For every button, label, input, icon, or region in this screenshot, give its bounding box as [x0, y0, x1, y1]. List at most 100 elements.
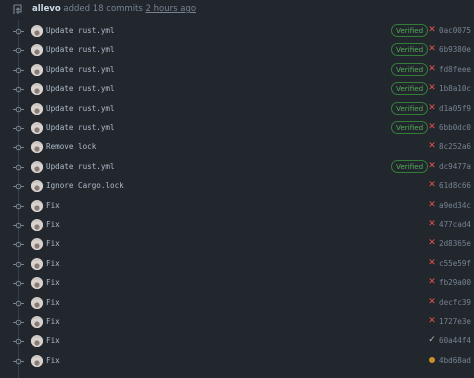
- avatar[interactable]: [31, 354, 43, 367]
- commit-message-link[interactable]: Remove lock: [46, 141, 96, 153]
- x-icon[interactable]: ✕: [427, 219, 437, 229]
- avatar[interactable]: [31, 180, 43, 193]
- verified-badge[interactable]: Verified: [391, 24, 429, 37]
- x-icon[interactable]: ✕: [427, 180, 437, 190]
- commit-sha-link[interactable]: 4bd68ad: [439, 355, 471, 367]
- commit-message-link[interactable]: Fix: [46, 297, 60, 309]
- x-icon[interactable]: ✕: [427, 316, 437, 326]
- x-icon[interactable]: ✕: [427, 103, 437, 113]
- commit-row: Fix ✕ 1727e3e: [0, 313, 474, 332]
- commit-sha-link[interactable]: fb29a00: [439, 277, 471, 289]
- verified-badge[interactable]: Verified: [391, 82, 429, 96]
- check-icon[interactable]: ✓: [427, 335, 437, 345]
- git-commit-icon: [13, 28, 24, 35]
- x-icon[interactable]: ✕: [427, 25, 437, 35]
- git-commit-icon: [13, 164, 24, 171]
- commit-message-link[interactable]: Update rust.yml: [46, 25, 115, 37]
- commit-sha-link[interactable]: 60a44f4: [439, 335, 471, 347]
- avatar[interactable]: [31, 335, 43, 348]
- commit-message-link[interactable]: Fix: [46, 258, 60, 270]
- avatar[interactable]: [31, 238, 43, 251]
- commit-sha-link[interactable]: 61d8c66: [439, 180, 471, 192]
- avatar[interactable]: [31, 25, 43, 37]
- x-icon[interactable]: ✕: [427, 141, 437, 151]
- avatar[interactable]: [31, 63, 43, 76]
- commit-message-link[interactable]: Fix: [46, 277, 60, 289]
- x-icon[interactable]: ✕: [427, 297, 437, 307]
- git-commit-icon: [13, 242, 24, 248]
- commit-message-link[interactable]: Update rust.yml: [46, 83, 115, 95]
- commit-message-link[interactable]: Update rust.yml: [46, 161, 115, 173]
- avatar[interactable]: [31, 219, 43, 231]
- verified-badge[interactable]: Verified: [391, 101, 429, 115]
- commit-sha-link[interactable]: 1b8a10c: [439, 83, 471, 95]
- commit-row: Fix ✕ decfc39: [0, 294, 474, 313]
- x-icon[interactable]: ✕: [427, 64, 437, 74]
- commit-message-link[interactable]: Ignore Cargo.lock: [46, 180, 124, 192]
- commit-sha-link[interactable]: fd8feee: [439, 64, 471, 76]
- avatar[interactable]: [31, 83, 43, 96]
- commit-message-link[interactable]: Update rust.yml: [46, 103, 115, 115]
- x-icon[interactable]: ✕: [427, 161, 437, 171]
- avatar[interactable]: [31, 277, 43, 290]
- commit-row: Update rust.yml Verified ✕ 0ac0075: [0, 22, 474, 41]
- commit-row: Update rust.yml Verified ✕ 1b8a10c: [0, 80, 474, 99]
- avatar[interactable]: [31, 316, 43, 328]
- commit-sha-link[interactable]: a9ed34c: [439, 200, 471, 212]
- git-commit-icon: [13, 183, 24, 190]
- push-event-header: allevo added 18 commits 2 hours ago: [0, 0, 474, 20]
- avatar[interactable]: [31, 102, 43, 115]
- avatar[interactable]: [31, 141, 43, 154]
- commit-message-link[interactable]: Fix: [46, 335, 60, 347]
- x-icon[interactable]: ✕: [427, 277, 437, 287]
- commit-message-link[interactable]: Fix: [46, 355, 60, 367]
- avatar[interactable]: [31, 44, 43, 57]
- commit-sha-link[interactable]: 0ac0075: [439, 25, 471, 37]
- git-commit-icon: [13, 319, 24, 326]
- x-icon[interactable]: ✕: [427, 122, 437, 132]
- avatar[interactable]: [31, 199, 43, 212]
- dot-icon[interactable]: [427, 355, 437, 365]
- commit-sha-link[interactable]: c55e59f: [439, 258, 471, 270]
- actor-link[interactable]: allevo: [32, 4, 61, 14]
- commit-message-link[interactable]: Fix: [46, 238, 60, 250]
- verified-badge[interactable]: Verified: [391, 43, 429, 57]
- commit-row: Fix ✕ c55e59f: [0, 255, 474, 274]
- commit-row: Update rust.yml Verified ✕ dc9477a: [0, 158, 474, 177]
- x-icon[interactable]: ✕: [427, 83, 437, 93]
- x-icon[interactable]: ✕: [427, 258, 437, 268]
- verified-badge[interactable]: Verified: [391, 121, 429, 134]
- x-icon[interactable]: ✕: [427, 238, 437, 248]
- git-commit-icon: [13, 67, 24, 74]
- commit-message-link[interactable]: Update rust.yml: [46, 122, 115, 134]
- commit-sha-link[interactable]: decfc39: [439, 297, 471, 309]
- commit-sha-link[interactable]: 2d8365e: [439, 238, 471, 250]
- commit-sha-link[interactable]: 1727e3e: [439, 316, 471, 328]
- x-icon[interactable]: ✕: [427, 200, 437, 210]
- commit-row: Update rust.yml Verified ✕ 6b9380e: [0, 41, 474, 60]
- commit-message-link[interactable]: Update rust.yml: [46, 64, 115, 76]
- commit-sha-link[interactable]: d1a05f9: [439, 103, 471, 115]
- git-commit-icon: [13, 106, 24, 112]
- avatar[interactable]: [31, 257, 43, 270]
- commit-sha-link[interactable]: 477cad4: [439, 219, 471, 231]
- commit-sha-link[interactable]: dc9477a: [439, 161, 471, 173]
- commit-message-link[interactable]: Fix: [46, 316, 60, 328]
- avatar[interactable]: [31, 122, 43, 134]
- x-icon[interactable]: ✕: [427, 44, 437, 54]
- verified-badge[interactable]: Verified: [391, 159, 429, 173]
- commit-message-link[interactable]: Fix: [46, 200, 60, 212]
- commit-row: Fix ✕ 2d8365e: [0, 235, 474, 254]
- avatar[interactable]: [31, 296, 43, 309]
- commit-sha-link[interactable]: 6b9380e: [439, 44, 471, 56]
- verified-badge[interactable]: Verified: [391, 62, 429, 76]
- commit-sha-link[interactable]: 8c252a6: [439, 141, 471, 153]
- relative-time-link[interactable]: 2 hours ago: [146, 4, 197, 14]
- commit-message-link[interactable]: Update rust.yml: [46, 44, 115, 56]
- git-commit-icon: [13, 145, 24, 151]
- avatar[interactable]: [31, 160, 43, 173]
- git-commit-icon: [13, 261, 24, 268]
- repo-push-icon: [13, 4, 22, 14]
- commit-sha-link[interactable]: 6bb0dc0: [439, 122, 471, 134]
- commit-message-link[interactable]: Fix: [46, 219, 60, 231]
